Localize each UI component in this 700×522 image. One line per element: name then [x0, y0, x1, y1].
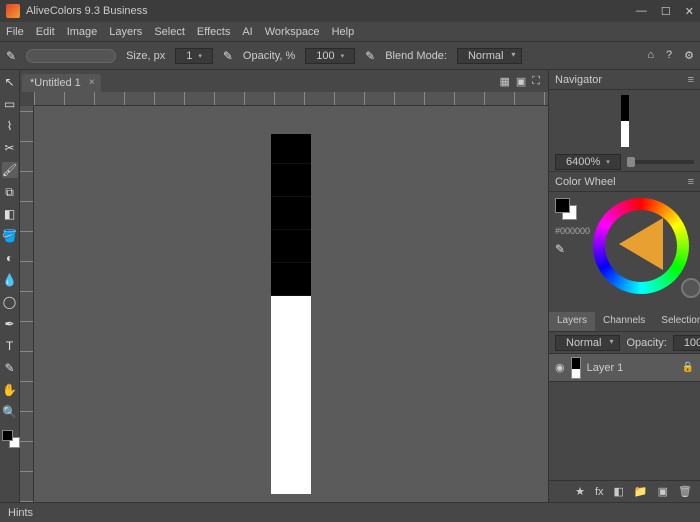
size-label: Size, px	[126, 50, 165, 62]
menu-ai[interactable]: AI	[242, 26, 252, 38]
maximize-button[interactable]: ☐	[661, 5, 671, 18]
size-pressure-icon[interactable]: ✎	[223, 49, 233, 63]
navigator-preview[interactable]	[549, 90, 700, 152]
ruler-horizontal[interactable]	[34, 92, 548, 106]
document-area: *Untitled 1× ▦ ▣ ⛶	[20, 70, 548, 502]
screen-icon[interactable]: ▣	[516, 75, 526, 88]
titlebar: AliveColors 9.3 Business — ☐ ✕	[0, 0, 700, 22]
lasso-tool[interactable]: ⌇	[2, 118, 18, 134]
app-title: AliveColors 9.3 Business	[26, 5, 148, 17]
canvas-image	[271, 134, 311, 494]
tab-layers[interactable]: Layers	[549, 312, 595, 331]
doc-tab[interactable]: *Untitled 1×	[22, 74, 101, 92]
opacity-input[interactable]: 100▾	[305, 48, 355, 64]
blend-mode-select[interactable]: Normal	[457, 48, 522, 64]
toolbar: ↖ ▭ ⌇ ✂ 🖌 ⧉ ◧ 🪣 ◐ 💧 ◯ ✒ T ✎ ✋ 🔍	[0, 70, 20, 502]
fx-icon[interactable]: fx	[595, 486, 604, 498]
brush-tool[interactable]: 🖌	[2, 162, 18, 178]
layer-blend-select[interactable]: Normal	[555, 335, 620, 351]
text-tool[interactable]: T	[2, 338, 18, 354]
marquee-tool[interactable]: ▭	[2, 96, 18, 112]
delete-icon[interactable]: 🗑	[678, 485, 692, 498]
zoom-tool[interactable]: 🔍	[2, 404, 18, 420]
menu-edit[interactable]: Edit	[36, 26, 55, 38]
opacity-pressure-icon[interactable]: ✎	[365, 49, 375, 63]
settings-icon[interactable]: ⚙	[684, 49, 694, 62]
visibility-icon[interactable]: ◉	[555, 361, 565, 374]
close-tab-icon[interactable]: ×	[89, 77, 95, 88]
hints-bar: Hints	[0, 502, 700, 522]
canvas[interactable]	[34, 106, 548, 502]
zoom-slider[interactable]	[627, 160, 694, 164]
eyedropper-tool[interactable]: ✎	[2, 360, 18, 376]
colorwheel-title: Color Wheel	[555, 176, 616, 188]
menu-effects[interactable]: Effects	[197, 26, 230, 38]
crop-tool[interactable]: ✂	[2, 140, 18, 156]
menubar: File Edit Image Layers Select Effects AI…	[0, 22, 700, 42]
brush-preview[interactable]	[26, 49, 116, 63]
folder-icon[interactable]: 📁	[634, 485, 648, 498]
home-icon[interactable]: ⌂	[647, 49, 654, 62]
layer-opacity-input[interactable]: 100▾	[673, 335, 700, 351]
expand-icon[interactable]: ⛶	[532, 75, 540, 88]
menu-layers[interactable]: Layers	[109, 26, 142, 38]
dodge-tool[interactable]: ◯	[2, 294, 18, 310]
zoom-input[interactable]: 6400%▾	[555, 154, 621, 170]
new-layer-icon[interactable]: ▣	[658, 485, 668, 498]
hand-tool[interactable]: ✋	[2, 382, 18, 398]
layer-thumb	[571, 357, 581, 379]
arrange-icon[interactable]: ▦	[499, 75, 509, 88]
eraser-tool[interactable]: ◧	[2, 206, 18, 222]
star-icon[interactable]: ★	[575, 485, 585, 498]
color-swatch[interactable]	[2, 430, 18, 446]
layer-opacity-label: Opacity:	[626, 337, 666, 349]
close-button[interactable]: ✕	[685, 5, 694, 18]
pen-tool[interactable]: ✒	[2, 316, 18, 332]
menu-workspace[interactable]: Workspace	[265, 26, 320, 38]
ruler-vertical[interactable]	[20, 106, 34, 502]
mask-icon[interactable]: ◧	[614, 485, 624, 498]
menu-file[interactable]: File	[6, 26, 24, 38]
clone-tool[interactable]: ⧉	[2, 184, 18, 200]
colorwheel-menu-icon[interactable]: ≡	[688, 176, 694, 188]
layer-row[interactable]: ◉ Layer 1 🔒	[549, 354, 700, 382]
opacity-label: Opacity, %	[243, 50, 295, 62]
layer-name[interactable]: Layer 1	[587, 362, 624, 374]
hex-value[interactable]: #000000	[555, 226, 587, 236]
menu-select[interactable]: Select	[154, 26, 185, 38]
navigator-menu-icon[interactable]: ≡	[688, 74, 694, 86]
tab-selections[interactable]: Selections	[653, 312, 700, 331]
help-icon[interactable]: ?	[666, 49, 672, 62]
move-tool[interactable]: ↖	[2, 74, 18, 90]
blur-tool[interactable]: 💧	[2, 272, 18, 288]
tab-channels[interactable]: Channels	[595, 312, 653, 331]
app-logo	[6, 4, 20, 18]
eyedropper-icon[interactable]: ✎	[555, 242, 587, 256]
menu-help[interactable]: Help	[332, 26, 355, 38]
color-wheel[interactable]	[593, 198, 689, 294]
navigator-title: Navigator	[555, 74, 602, 86]
options-bar: ✎ Size, px 1▾ ✎ Opacity, % 100▾ ✎ Blend …	[0, 42, 700, 70]
minimize-button[interactable]: —	[636, 5, 647, 18]
gradient-tool[interactable]: ◐	[2, 250, 18, 266]
grayscale-icon[interactable]	[681, 278, 700, 298]
blend-label: Blend Mode:	[385, 50, 447, 62]
right-panels: Navigator ≡ 6400%▾ Color Wheel ≡ #000000 ✎…	[548, 70, 700, 502]
lock-icon[interactable]: 🔒	[682, 362, 694, 373]
size-input[interactable]: 1▾	[175, 48, 213, 64]
menu-image[interactable]: Image	[67, 26, 98, 38]
brush-preset-icon[interactable]: ✎	[6, 49, 16, 63]
bucket-tool[interactable]: 🪣	[2, 228, 18, 244]
colorwheel-swatch[interactable]	[555, 198, 577, 220]
